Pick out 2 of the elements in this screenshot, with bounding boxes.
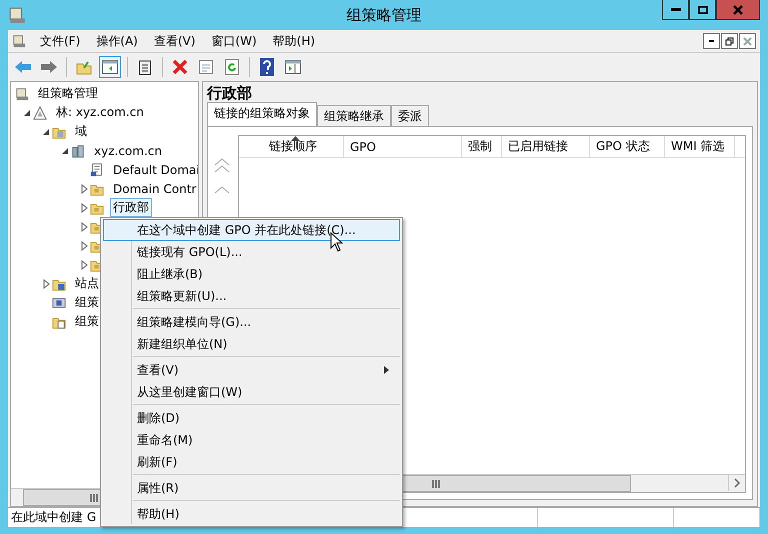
detail-title: 行政部 — [207, 84, 253, 104]
window-title: 组策略管理 — [346, 6, 422, 24]
